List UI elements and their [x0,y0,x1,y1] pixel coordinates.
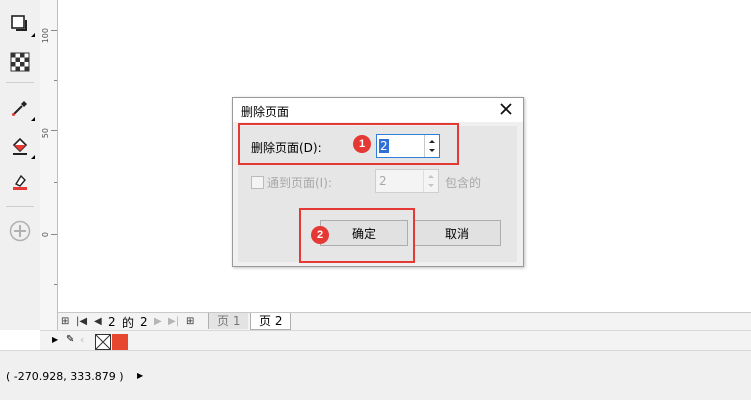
vertical-ruler: 100 50 0 [40,0,58,330]
color-palette-strip: ▶ ✎ ‹ [40,330,751,351]
add-tool-icon[interactable] [8,219,32,243]
last-page-icon[interactable]: ▶| [168,316,179,328]
delete-page-dialog: 删除页面 删除页面(D): 2 通到页面(I): 2 包含的 确定 取消 1 2 [232,97,524,267]
inclusive-label: 包含的 [445,176,482,190]
page-navigator: ⊞ |◀ ◀ 2 的 2 ▶ ▶| ⊞ 页 1 页 2 [58,312,751,331]
cursor-coordinates: ( -270.928, 333.879 ) [6,370,124,383]
of-label: 的 [122,316,135,330]
no-color-swatch[interactable] [95,334,111,350]
red-swatch[interactable] [112,334,128,350]
smart-fill-icon[interactable] [8,170,32,194]
spinner-arrows-disabled [423,170,438,192]
next-page-icon[interactable]: ▶ [154,316,162,328]
transparency-tool-icon[interactable] [8,50,32,74]
ruler-label: 50 [41,128,50,139]
scroll-left-icon[interactable]: ‹ [80,333,84,346]
step-badge-2: 2 [311,226,329,244]
ruler-label: 100 [41,28,50,44]
status-bar: ( -270.928, 333.879 ) ▶ [0,350,751,400]
fill-tool-icon[interactable] [8,134,35,159]
eyedropper-tool-icon[interactable] [8,96,35,121]
total-pages: 2 [140,315,148,329]
through-page-spinner[interactable]: 2 [375,169,439,193]
cancel-button-label: 取消 [444,226,469,241]
tab-page-2[interactable]: 页 2 [250,313,292,330]
insert-page-after-icon[interactable]: ⊞ [186,316,194,328]
insert-page-before-icon[interactable]: ⊞ [61,316,69,328]
dialog-title: 删除页面 [241,105,290,119]
through-page-value: 2 [379,174,387,188]
through-page-checkbox[interactable] [251,176,264,189]
eyedropper-icon[interactable]: ✎ [66,334,74,345]
tab-page-1[interactable]: 页 1 [208,313,249,329]
step-badge-1: 1 [353,135,371,153]
first-page-icon[interactable]: |◀ [76,316,87,328]
toolbox [0,0,41,330]
status-expand-icon[interactable]: ▶ [137,371,143,380]
palette-menu-icon[interactable]: ▶ [52,335,58,344]
current-page: 2 [108,315,116,329]
highlight-box-1 [238,123,459,165]
cancel-button[interactable]: 取消 [413,220,501,246]
prev-page-icon[interactable]: ◀ [94,316,102,328]
dialog-titlebar: 删除页面 [233,98,523,122]
shadow-tool-icon[interactable] [8,12,35,37]
close-icon[interactable] [497,99,515,119]
ruler-label: 0 [41,232,50,238]
through-page-label: 通到页面(I): [267,176,332,190]
